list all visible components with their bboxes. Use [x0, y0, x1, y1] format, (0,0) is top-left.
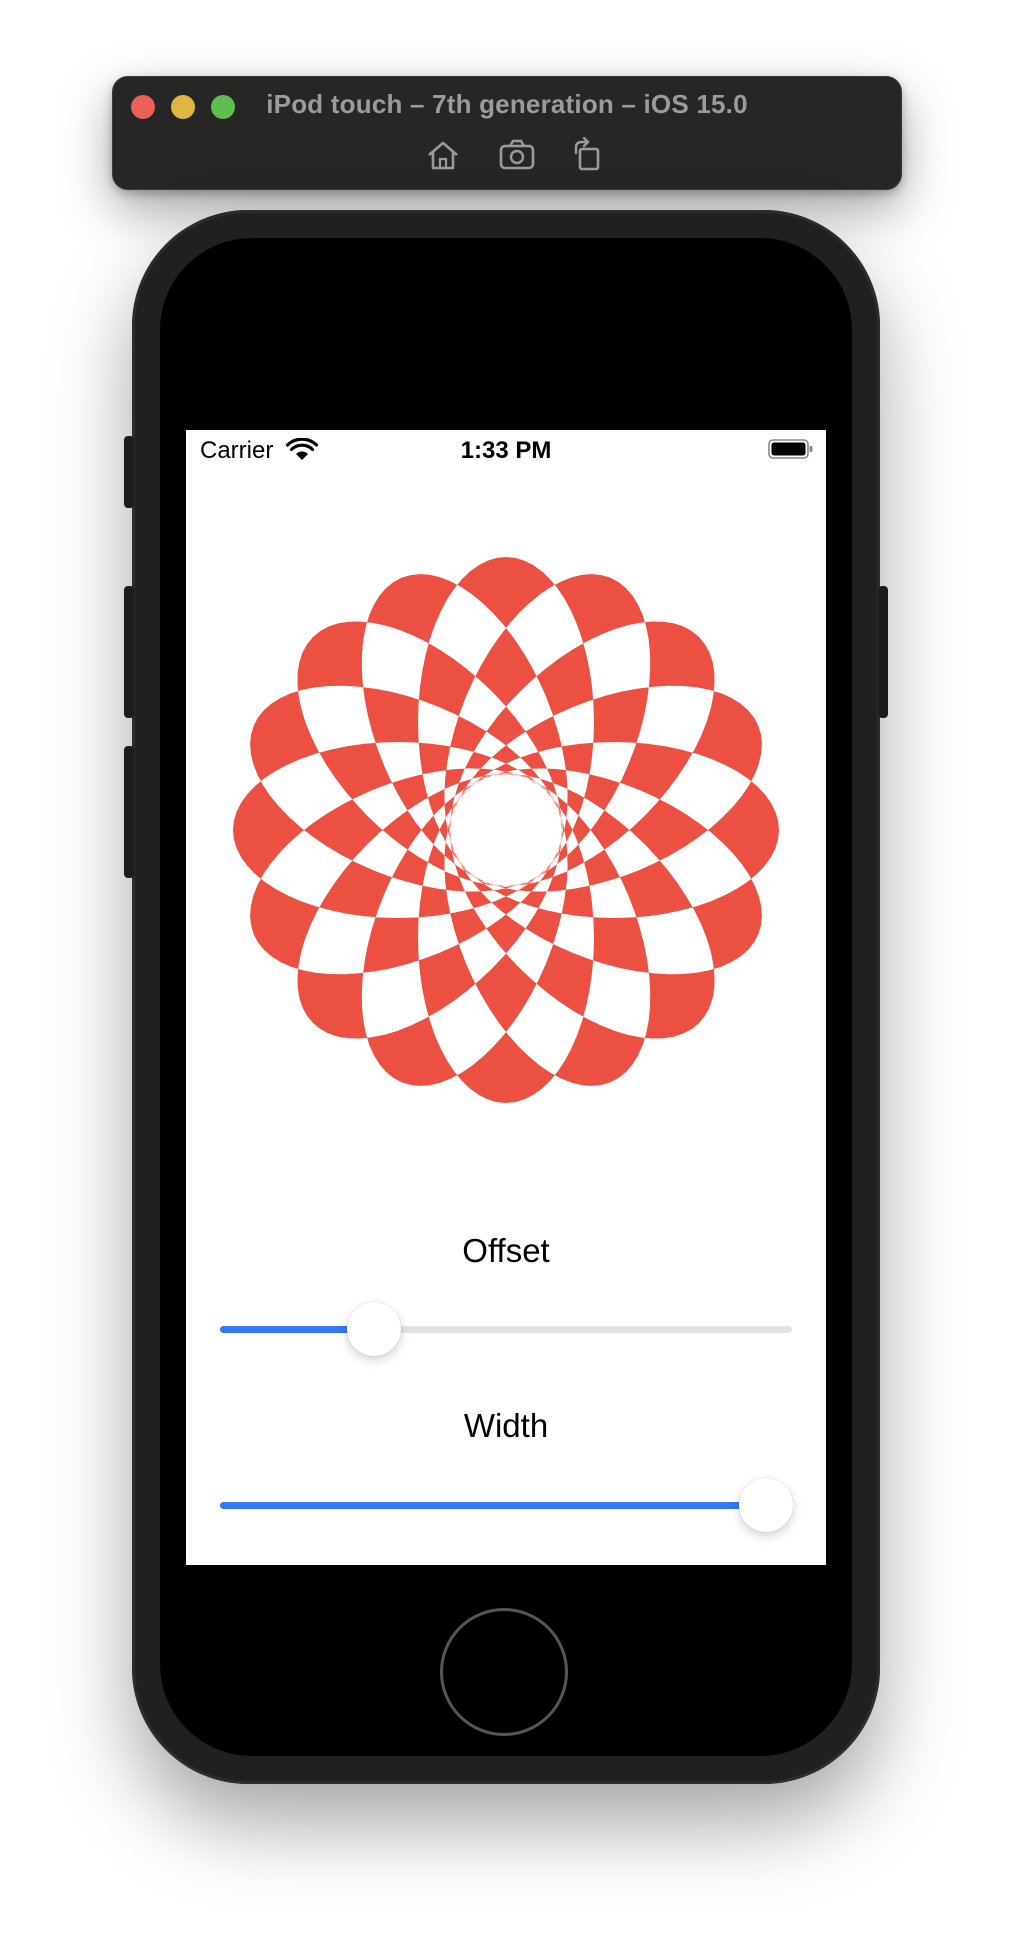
width-slider[interactable] [220, 1475, 794, 1535]
simulator-toolbar: iPod touch – 7th generation – iOS 15.0 [112, 76, 902, 190]
volume-up-button [124, 586, 134, 718]
width-label: Width [463, 1407, 549, 1444]
offset-slider[interactable] [220, 1299, 792, 1359]
width-slider-thumb[interactable] [739, 1478, 794, 1532]
rotate-icon[interactable] [568, 136, 608, 173]
mute-switch [124, 436, 134, 508]
simulator-title: iPod touch – 7th generation – iOS 15.0 [266, 89, 748, 119]
volume-down-button [124, 746, 134, 878]
battery-icon [768, 439, 813, 459]
width-slider-fill [220, 1502, 767, 1509]
offset-label: Offset [462, 1232, 550, 1269]
status-bar: Carrier 1:33 PM [186, 430, 826, 470]
power-button [878, 586, 888, 718]
offset-slider-thumb[interactable] [347, 1302, 402, 1356]
app-screen: Carrier 1:33 PM Offset Width [186, 430, 826, 1565]
rosette-drawing [233, 557, 779, 1103]
screenshot-icon[interactable] [497, 137, 537, 173]
home-button[interactable] [440, 1608, 568, 1736]
rosette-petals [233, 557, 779, 1103]
home-icon[interactable] [423, 137, 463, 173]
clock: 1:33 PM [460, 437, 552, 464]
